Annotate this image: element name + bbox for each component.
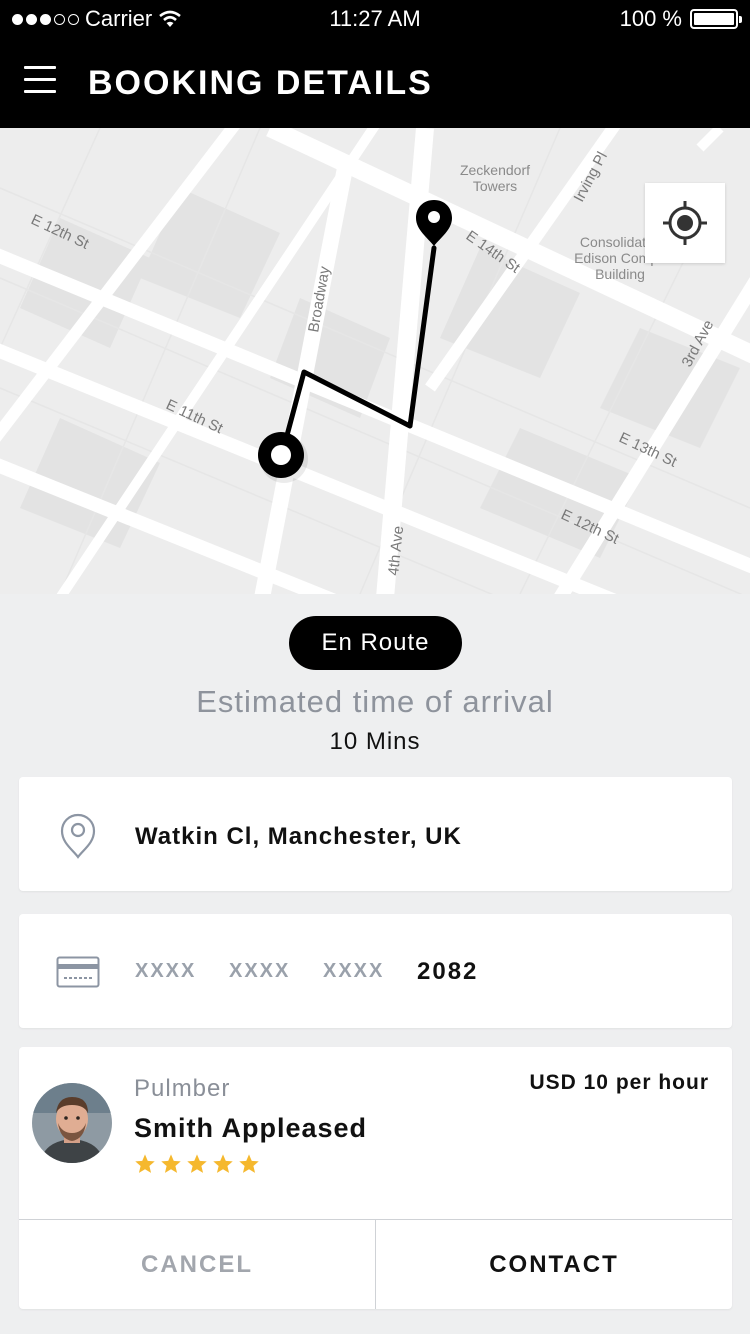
address-card[interactable]: Watkin Cl, Manchester, UK	[19, 777, 732, 891]
star-icon	[135, 1154, 155, 1173]
masked-group-2: XXXX	[229, 960, 291, 982]
credit-card-icon	[56, 956, 100, 988]
star-icon	[161, 1154, 181, 1173]
locate-me-button[interactable]	[645, 183, 725, 263]
worker-name: Smith Appleased	[134, 1113, 368, 1143]
worker-rate: USD 10 per hour	[529, 1071, 709, 1094]
action-bar: CANCEL CONTACT	[19, 1219, 732, 1309]
map-canvas: E 12th St E 14th St Irving Pl Broadway E…	[0, 128, 750, 594]
star-icon	[239, 1154, 259, 1173]
masked-group-1: XXXX	[135, 960, 197, 982]
location-pin-icon	[60, 813, 96, 859]
worker-role: Pulmber	[134, 1075, 231, 1102]
battery-icon	[690, 9, 742, 29]
worker-card: Pulmber Smith Appleased USD 10 per hour …	[19, 1047, 732, 1309]
place-label-consolidated-1: Consolidat	[580, 234, 646, 250]
place-label-zeckendorf-1: Zeckendorf	[460, 162, 530, 178]
page-title: BOOKING DETAILS	[88, 64, 433, 102]
crosshair-icon	[663, 201, 707, 245]
avatar[interactable]	[32, 1083, 112, 1163]
place-label-zeckendorf-2: Towers	[473, 178, 517, 194]
cancel-button[interactable]: CANCEL	[19, 1220, 376, 1309]
star-icon	[187, 1154, 207, 1173]
hamburger-menu-icon[interactable]	[24, 66, 58, 102]
payment-card[interactable]: XXXX XXXX XXXX 2082	[19, 914, 732, 1028]
eta-value: 10 Mins	[329, 728, 421, 755]
battery-percent: 100 %	[619, 6, 682, 31]
card-last4: 2082	[417, 958, 479, 985]
place-label-consolidated-3: Building	[595, 266, 645, 282]
rating-stars	[134, 1153, 260, 1175]
eta-label: Estimated time of arrival	[196, 684, 554, 719]
masked-group-3: XXXX	[323, 960, 385, 982]
booking-status-badge: En Route	[289, 616, 462, 670]
status-bar: Carrier 11:27 AM 100 %	[0, 0, 750, 40]
address-text: Watkin Cl, Manchester, UK	[135, 823, 462, 850]
star-icon	[213, 1154, 233, 1173]
map-view[interactable]: E 12th St E 14th St Irving Pl Broadway E…	[0, 128, 750, 594]
status-right: 100 %	[619, 6, 742, 32]
nav-bar: BOOKING DETAILS	[0, 40, 750, 128]
contact-button[interactable]: CONTACT	[376, 1220, 732, 1309]
